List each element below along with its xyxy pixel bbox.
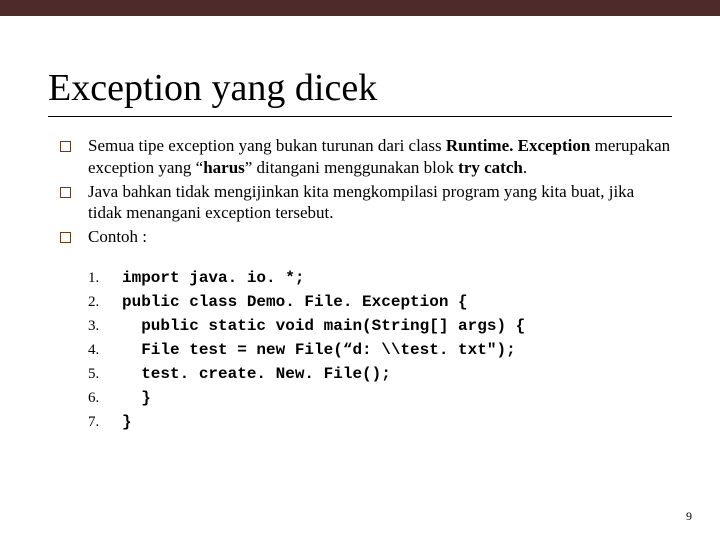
bullet-text: ” ditangani menggunakan blok <box>245 158 458 177</box>
bullet-item: Contoh : <box>54 226 672 248</box>
code-line: 6. } <box>88 386 672 410</box>
bullet-item: Semua tipe exception yang bukan turunan … <box>54 135 672 179</box>
code-line-number: 7. <box>88 411 122 434</box>
code-line-text: } <box>122 410 132 434</box>
code-line-text: import java. io. *; <box>122 266 304 290</box>
code-line-number: 5. <box>88 363 122 386</box>
code-line: 4. File test = new File(“d: \\test. txt"… <box>88 338 672 362</box>
bullet-text: Semua tipe exception yang bukan turunan … <box>88 136 446 155</box>
code-line: 7. } <box>88 410 672 434</box>
code-line-text: File test = new File(“d: \\test. txt"); <box>122 338 516 362</box>
slide-content: Exception yang dicek Semua tipe exceptio… <box>0 16 720 434</box>
code-line-text: } <box>122 386 151 410</box>
slide-accent-bar <box>0 0 720 16</box>
code-line-number: 1. <box>88 267 122 290</box>
code-line: 5. test. create. New. File(); <box>88 362 672 386</box>
code-line-number: 2. <box>88 291 122 314</box>
bullet-bold: try catch <box>458 158 523 177</box>
bullet-list: Semua tipe exception yang bukan turunan … <box>48 135 672 248</box>
code-line-number: 3. <box>88 315 122 338</box>
code-line: 3. public static void main(String[] args… <box>88 314 672 338</box>
bullet-text: Contoh : <box>88 227 147 246</box>
code-line: 2. public class Demo. File. Exception { <box>88 290 672 314</box>
code-block: 1. import java. io. *; 2. public class D… <box>88 266 672 434</box>
code-line: 1. import java. io. *; <box>88 266 672 290</box>
bullet-text: Java bahkan tidak mengijinkan kita mengk… <box>88 182 634 223</box>
code-line-number: 4. <box>88 339 122 362</box>
bullet-item: Java bahkan tidak mengijinkan kita mengk… <box>54 181 672 225</box>
bullet-bold: harus <box>203 158 245 177</box>
slide-title: Exception yang dicek <box>48 66 672 110</box>
page-number: 9 <box>686 509 692 524</box>
code-line-text: test. create. New. File(); <box>122 362 391 386</box>
title-rule <box>48 116 672 117</box>
bullet-text: . <box>523 158 527 177</box>
bullet-bold: Runtime. Exception <box>446 136 591 155</box>
code-line-number: 6. <box>88 387 122 410</box>
code-line-text: public static void main(String[] args) { <box>122 314 525 338</box>
code-line-text: public class Demo. File. Exception { <box>122 290 468 314</box>
